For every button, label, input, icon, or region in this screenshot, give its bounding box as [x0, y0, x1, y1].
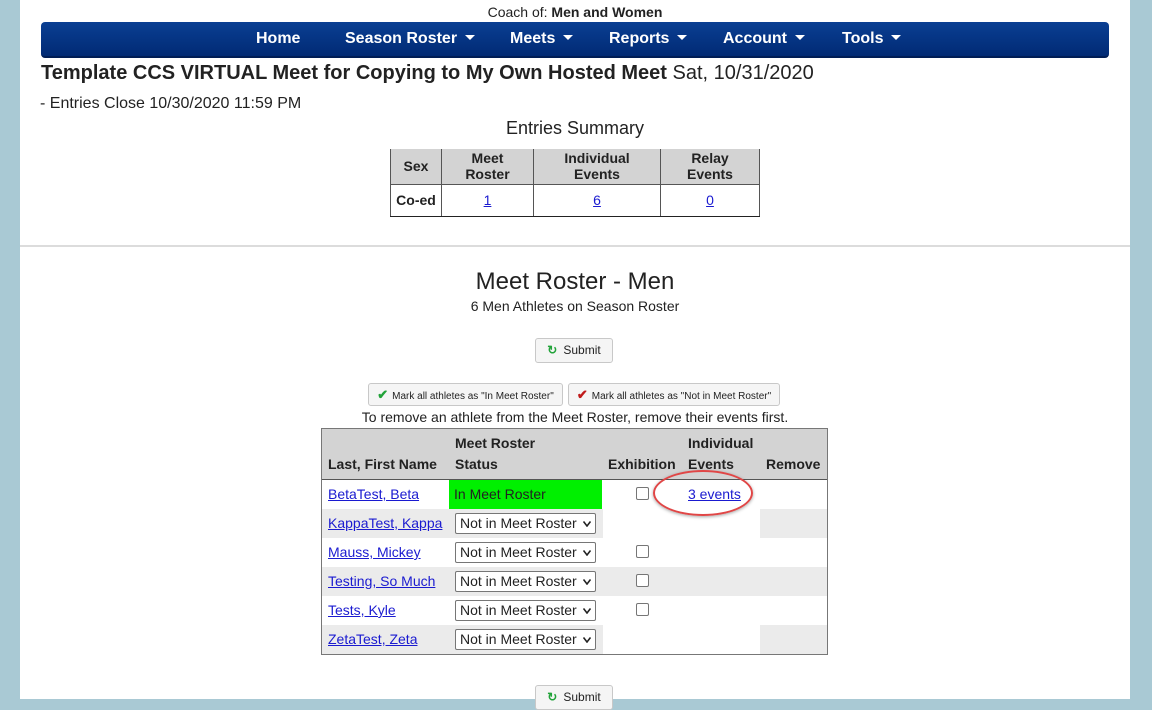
chevron-down-icon — [563, 35, 574, 41]
table-row: ZetaTest, Zeta Not in Meet Roster — [322, 625, 827, 654]
page-content: Coach of: Men and Women Home Season Rost… — [20, 0, 1130, 710]
header-exhibition: Exhibition — [608, 456, 676, 472]
athlete-name-link[interactable]: Tests, Kyle — [328, 602, 396, 618]
nav-meets[interactable]: Meets — [510, 22, 574, 56]
main-navbar: Home Season Roster Meets Reports Account… — [41, 22, 1109, 58]
summary-meet-roster-link[interactable]: 1 — [484, 192, 492, 208]
summary-sex-cell: Co-ed — [390, 183, 442, 217]
mark-all-in-roster-button[interactable]: ✔ Mark all athletes as "In Meet Roster" — [368, 383, 563, 406]
remove-athlete-note: To remove an athlete from the Meet Roste… — [361, 409, 789, 425]
header-remove: Remove — [766, 456, 821, 472]
events-cell-empty — [603, 625, 760, 654]
check-icon: ✔ — [576, 387, 588, 402]
nav-tools[interactable]: Tools — [842, 22, 902, 56]
chevron-down-icon — [677, 35, 688, 41]
mark-all-not-in-roster-button[interactable]: ✔ Mark all athletes as "Not in Meet Roste… — [568, 383, 780, 406]
refresh-icon: ↻ — [547, 343, 558, 357]
exhibition-checkbox[interactable] — [636, 545, 649, 558]
table-row: Tests, Kyle Not in Meet Roster — [322, 596, 827, 625]
nav-reports[interactable]: Reports — [609, 22, 688, 56]
chevron-down-icon — [583, 608, 591, 614]
submit-button-bottom[interactable]: ↻ Submit — [535, 685, 613, 710]
nav-season-roster[interactable]: Season Roster — [345, 22, 476, 56]
summary-header-meet-roster: Meet Roster — [441, 149, 534, 185]
entries-close-text: - Entries Close 10/30/2020 11:59 PM — [40, 95, 302, 112]
entries-summary-title: Entries Summary — [505, 118, 645, 138]
meet-name: Template CCS VIRTUAL Meet for Copying to… — [41, 62, 667, 84]
exhibition-checkbox[interactable] — [636, 574, 649, 587]
coach-of-label: Coach of: — [487, 4, 548, 20]
meet-title: Template CCS VIRTUAL Meet for Copying to… — [41, 62, 814, 85]
nav-home[interactable]: Home — [256, 22, 300, 56]
chevron-down-icon — [465, 35, 476, 41]
coach-of-line: Coach of: Men and Women — [20, 4, 1130, 20]
roster-table-header: Last, First Name Meet Roster Status Exhi… — [322, 429, 827, 480]
summary-meet-roster-cell: 1 — [441, 183, 534, 217]
summary-individual-events-link[interactable]: 6 — [593, 192, 601, 208]
submit-button-top[interactable]: ↻ Submit — [535, 338, 613, 363]
status-select[interactable]: Not in Meet Roster — [455, 571, 596, 592]
athlete-name-link[interactable]: BetaTest, Beta — [328, 486, 419, 502]
summary-individual-events-cell: 6 — [533, 183, 661, 217]
summary-header-relay-events: Relay Events — [660, 149, 760, 185]
meet-date: Sat, 10/31/2020 — [672, 62, 814, 84]
coach-of-value: Men and Women — [551, 4, 663, 20]
header-status-line2: Status — [455, 456, 498, 472]
section-divider — [20, 245, 1130, 247]
status-in-roster: In Meet Roster — [449, 480, 602, 509]
athlete-name-link[interactable]: ZetaTest, Zeta — [328, 631, 417, 647]
exhibition-checkbox[interactable] — [636, 487, 649, 500]
athlete-name-link[interactable]: KappaTest, Kappa — [328, 515, 442, 531]
header-name: Last, First Name — [328, 456, 437, 472]
chevron-down-icon — [891, 35, 902, 41]
nav-account[interactable]: Account — [723, 22, 805, 56]
athlete-name-link[interactable]: Testing, So Much — [328, 573, 435, 589]
chevron-down-icon — [583, 637, 591, 643]
summary-header-individual-events: Individual Events — [533, 149, 661, 185]
header-events-line1: Individual — [688, 435, 754, 451]
chevron-down-icon — [583, 550, 591, 556]
table-row: Mauss, Mickey Not in Meet Roster — [322, 538, 827, 567]
table-row: Testing, So Much Not in Meet Roster — [322, 567, 827, 596]
status-select[interactable]: Not in Meet Roster — [455, 513, 596, 534]
chevron-down-icon — [583, 579, 591, 585]
check-icon: ✔ — [377, 387, 389, 402]
summary-relay-events-cell: 0 — [660, 183, 760, 217]
meet-roster-title: Meet Roster - Men — [475, 268, 675, 295]
athlete-name-link[interactable]: Mauss, Mickey — [328, 544, 421, 560]
meet-roster-table: Last, First Name Meet Roster Status Exhi… — [321, 428, 828, 655]
refresh-icon: ↻ — [547, 690, 558, 704]
chevron-down-icon — [583, 521, 591, 527]
header-status-line1: Meet Roster — [455, 435, 536, 451]
summary-relay-events-link[interactable]: 0 — [706, 192, 714, 208]
chevron-down-icon — [795, 35, 805, 41]
meet-roster-subtitle: 6 Men Athletes on Season Roster — [470, 298, 680, 314]
table-row: KappaTest, Kappa Not in Meet Roster — [322, 509, 827, 538]
status-select[interactable]: Not in Meet Roster — [455, 629, 596, 650]
summary-header-sex: Sex — [390, 149, 442, 185]
status-select[interactable]: Not in Meet Roster — [455, 600, 596, 621]
status-select[interactable]: Not in Meet Roster — [455, 542, 596, 563]
exhibition-checkbox[interactable] — [636, 603, 649, 616]
entries-summary-table: Sex Meet Roster Individual Events Relay … — [390, 149, 760, 217]
highlight-annotation-circle — [653, 470, 753, 516]
